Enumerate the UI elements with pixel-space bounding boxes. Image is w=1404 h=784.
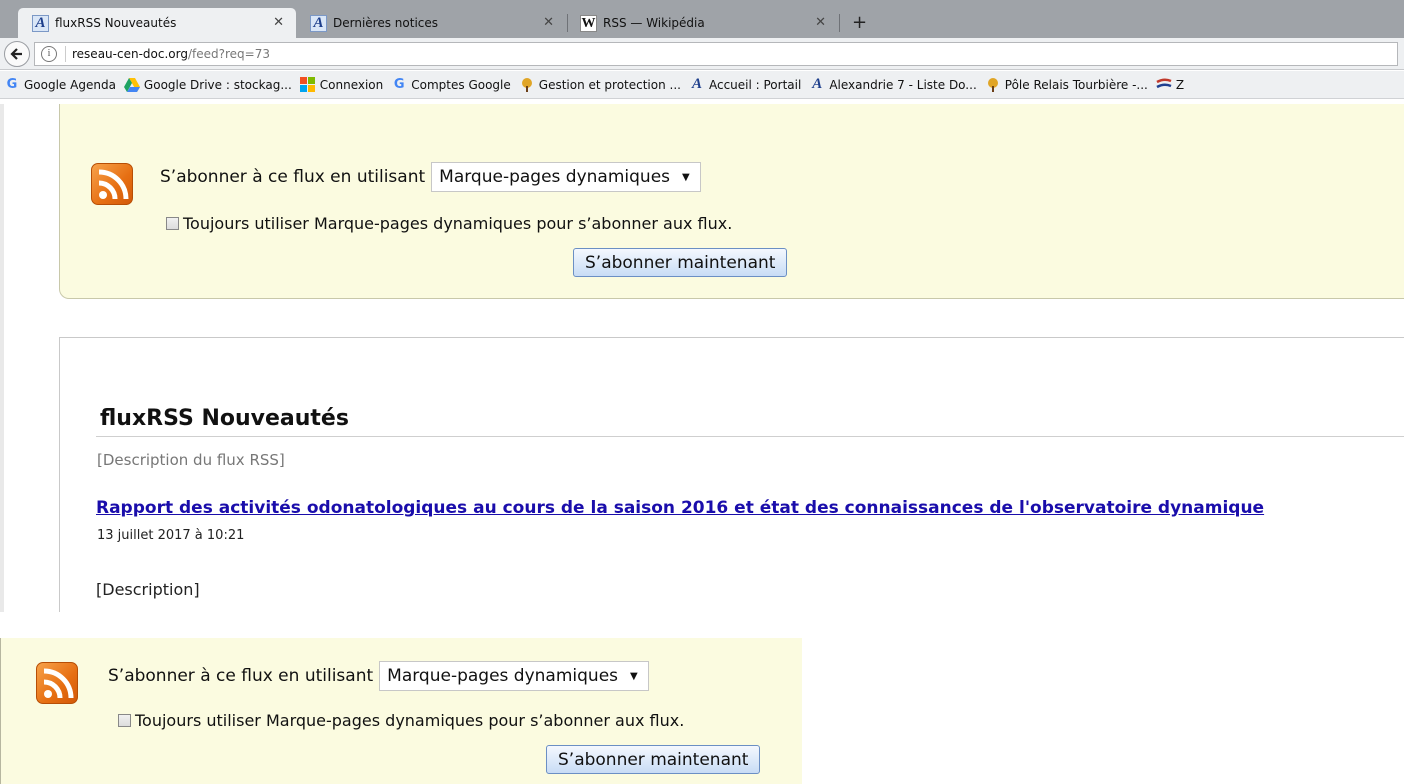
subscribe-row: S’abonner à ce flux en utilisant Marque-… bbox=[108, 661, 649, 691]
url-path: /feed?req=73 bbox=[187, 47, 270, 61]
always-use-label: Toujours utiliser Marque-pages dynamique… bbox=[135, 711, 685, 730]
entry-date: 13 juillet 2017 à 10:21 bbox=[97, 528, 245, 543]
feed-title-divider bbox=[96, 436, 1404, 437]
rss-feed-icon bbox=[36, 662, 78, 704]
wikipedia-w-icon: W bbox=[580, 14, 597, 32]
always-use-row: Toujours utiliser Marque-pages dynamique… bbox=[118, 711, 684, 730]
entry-title-link[interactable]: Rapport des activités odonatologiques au… bbox=[96, 498, 1264, 518]
reader-select-value: Marque-pages dynamiques bbox=[439, 167, 671, 187]
bookmarks-bar: G Google Agenda Google Drive : stockag..… bbox=[0, 71, 1404, 99]
bookmark-label: Alexandrie 7 - Liste Do... bbox=[829, 77, 977, 92]
tree-icon bbox=[985, 77, 1001, 93]
url-host: reseau-cen-doc.org bbox=[72, 47, 188, 61]
tab-label: fluxRSS Nouveautés bbox=[55, 16, 177, 30]
subscribe-prompt: S’abonner à ce flux en utilisant bbox=[160, 167, 426, 187]
tab-flux-rss[interactable]: A fluxRSS Nouveautés ✕ bbox=[18, 8, 296, 38]
always-use-label: Toujours utiliser Marque-pages dynamique… bbox=[183, 214, 733, 233]
new-tab-plus-icon[interactable]: + bbox=[852, 12, 867, 33]
microsoft-icon bbox=[300, 77, 316, 93]
chevron-down-icon: ▼ bbox=[682, 171, 690, 183]
subscribe-row: S’abonner à ce flux en utilisant Marque-… bbox=[160, 162, 701, 192]
tab-label: RSS — Wikipédia bbox=[603, 16, 705, 30]
bookmark-comptes-google[interactable]: G Comptes Google bbox=[391, 77, 511, 93]
always-use-row: Toujours utiliser Marque-pages dynamique… bbox=[166, 214, 732, 233]
bookmark-connexion[interactable]: Connexion bbox=[300, 77, 384, 93]
url-field[interactable]: i reseau-cen-doc.org /feed?req=73 bbox=[34, 42, 1398, 66]
rss-feed-icon bbox=[91, 163, 133, 205]
tab-separator bbox=[839, 14, 840, 32]
alexandrie-a-icon: A bbox=[691, 76, 702, 92]
tree-icon bbox=[519, 77, 535, 93]
feed-title: fluxRSS Nouveautés bbox=[100, 406, 349, 431]
google-icon: G bbox=[6, 77, 18, 92]
feed-description: [Description du flux RSS] bbox=[97, 451, 285, 469]
bookmark-label: Pôle Relais Tourbière -... bbox=[1004, 77, 1148, 92]
url-separator bbox=[65, 46, 66, 62]
feed-content-panel bbox=[59, 337, 1404, 612]
reader-select-value: Marque-pages dynamiques bbox=[387, 666, 619, 686]
entry-description: [Description] bbox=[96, 580, 200, 599]
bookmark-alexandrie-7[interactable]: A Alexandrie 7 - Liste Do... bbox=[809, 76, 977, 93]
subscribe-prompt: S’abonner à ce flux en utilisant bbox=[108, 666, 374, 686]
back-arrow-icon[interactable] bbox=[4, 41, 30, 67]
bookmark-google-drive[interactable]: Google Drive : stockag... bbox=[123, 77, 292, 93]
bookmark-label: Google Drive : stockag... bbox=[143, 77, 292, 92]
bookmark-accueil-portail[interactable]: A Accueil : Portail bbox=[689, 76, 802, 93]
info-icon[interactable]: i bbox=[41, 46, 57, 62]
bookmark-label: Comptes Google bbox=[411, 77, 511, 92]
close-icon[interactable]: ✕ bbox=[815, 15, 826, 30]
bookmark-label: Gestion et protection ... bbox=[538, 77, 681, 92]
alexandrie-a-icon: A bbox=[310, 14, 327, 32]
alexandrie-a-icon: A bbox=[32, 14, 49, 32]
close-icon[interactable]: ✕ bbox=[543, 15, 554, 30]
reader-select[interactable]: Marque-pages dynamiques ▼ bbox=[431, 162, 701, 192]
navigation-bar: i reseau-cen-doc.org /feed?req=73 bbox=[0, 38, 1404, 70]
subscribe-now-button[interactable]: S’abonner maintenant bbox=[573, 248, 788, 277]
chevron-down-icon: ▼ bbox=[630, 670, 638, 682]
close-icon[interactable]: ✕ bbox=[273, 15, 284, 30]
bookmark-pole-relais[interactable]: Pôle Relais Tourbière -... bbox=[985, 77, 1148, 93]
bookmark-gestion-protection[interactable]: Gestion et protection ... bbox=[519, 77, 681, 93]
tab-dernieres-notices[interactable]: A Dernières notices ✕ bbox=[296, 8, 568, 38]
tab-label: Dernières notices bbox=[333, 16, 439, 30]
google-drive-icon bbox=[123, 77, 140, 93]
z-logo-icon bbox=[1156, 77, 1172, 93]
reader-select[interactable]: Marque-pages dynamiques ▼ bbox=[379, 661, 649, 691]
subscribe-now-button[interactable]: S’abonner maintenant bbox=[546, 745, 761, 774]
bookmark-label: Accueil : Portail bbox=[708, 77, 802, 92]
always-use-checkbox[interactable] bbox=[118, 714, 131, 727]
always-use-checkbox[interactable] bbox=[166, 217, 179, 230]
google-icon: G bbox=[393, 77, 405, 92]
tab-strip: A fluxRSS Nouveautés ✕ A Dernières notic… bbox=[0, 0, 1404, 38]
bookmark-google-agenda[interactable]: G Google Agenda bbox=[4, 77, 116, 93]
bookmark-z[interactable]: Z bbox=[1156, 77, 1184, 93]
alexandrie-a-icon: A bbox=[812, 76, 823, 92]
tab-rss-wikipedia[interactable]: W RSS — Wikipédia ✕ bbox=[566, 8, 840, 38]
bookmark-label: Connexion bbox=[319, 77, 384, 92]
bookmark-label: Google Agenda bbox=[24, 77, 116, 92]
bookmark-label: Z bbox=[1175, 77, 1185, 92]
page-gutter bbox=[0, 104, 4, 612]
